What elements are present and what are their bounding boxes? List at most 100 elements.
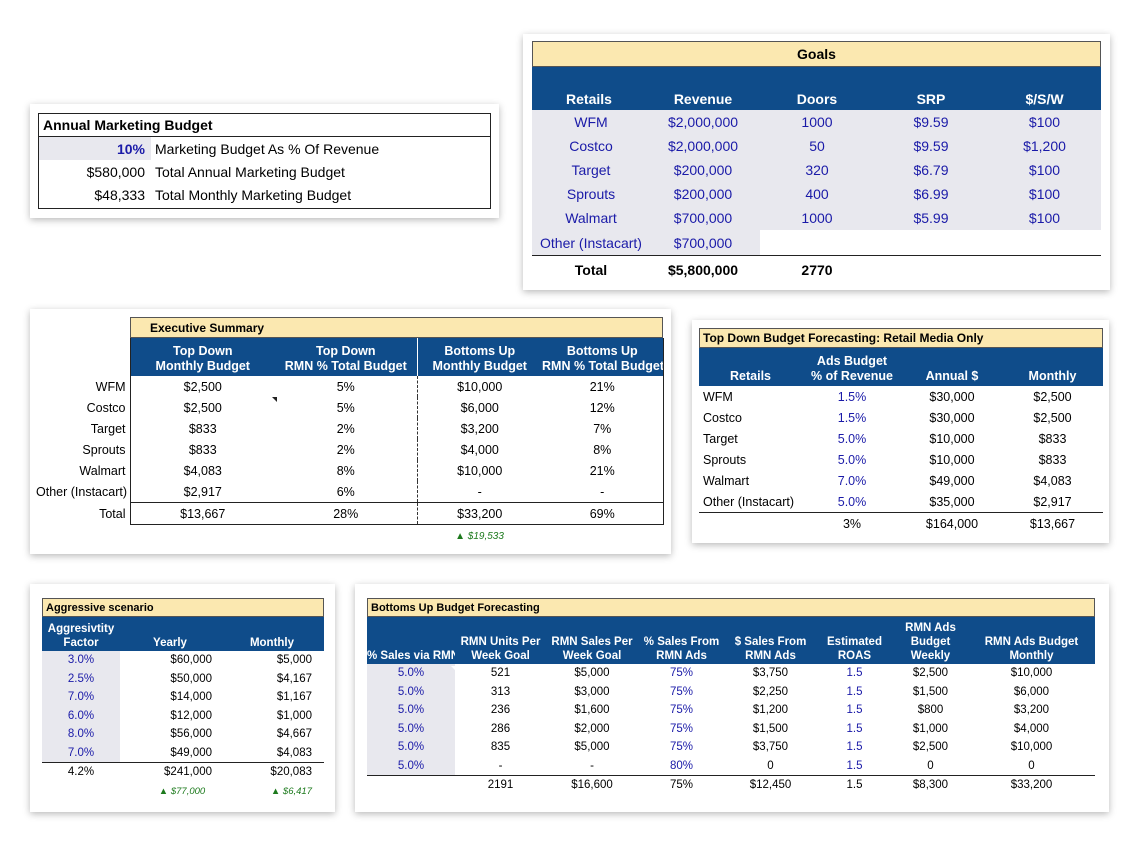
aggressive-factor[interactable]: 3.0% [42,651,120,670]
bu-cell[interactable]: 75% [638,664,725,683]
goals-cell [988,230,1101,256]
goals-cell[interactable]: $2,000,000 [646,134,760,158]
budget-percent-value[interactable]: 10% [39,137,151,160]
top-down-retailer: Other (Instacart) [703,494,794,509]
comment-indicator-icon[interactable] [451,666,456,671]
top-down-cell[interactable]: 5.0% [802,428,902,449]
budget-percent-label: Marketing Budget As % Of Revenue [155,140,380,157]
bu-cell[interactable]: 1.5 [816,701,893,720]
bu-cell[interactable]: 80% [638,757,725,776]
aggressive-cell: $60,000 [170,654,212,667]
aggressive-cell: $49,000 [170,746,212,759]
top-down-cell[interactable]: 5.0% [802,449,902,470]
bu-cell[interactable]: 5.0% [367,664,455,683]
annual-marketing-budget-table: Annual Marketing Budget 10% Marketing Bu… [38,113,491,209]
exec-cell: $833 [129,418,275,439]
bu-cell: 835 [490,741,511,754]
bu-cell[interactable]: 1.5 [816,720,893,739]
top-down-cell: $30,000 [929,410,975,425]
goals-cell[interactable]: 400 [760,182,874,206]
goals-cell [874,230,988,256]
bu-total-cell: $12,450 [749,779,792,792]
top-down-cell[interactable]: 7.0% [802,470,902,491]
goals-cell[interactable]: $2,000,000 [646,110,760,134]
table-row: 5.0% 236 $1,600 75% $1,200 1.5 $800 $3,2… [367,701,1095,720]
exec-retailer: Target [90,421,126,436]
bu-total-cell: $33,200 [1010,779,1053,792]
table-row: Target 5.0% $10,000 $833 [699,428,1103,449]
goals-cell[interactable]: $5.99 [874,206,988,230]
top-down-retailer: WFM [703,389,733,404]
bu-cell: 0 [1028,759,1035,772]
aggressive-factor[interactable]: 7.0% [42,743,120,763]
exec-cell: 8% [275,460,418,481]
bu-cell: 521 [490,667,511,680]
top-down-header-retails: Retails [699,348,802,386]
bu-header-pct-from-ads: % Sales From RMN Ads [638,617,725,664]
bu-cell[interactable]: 75% [638,701,725,720]
aggressive-total-yearly: $241,000 [164,766,212,779]
exec-header-td-pct: Top Down RMN % Total Budget [275,338,418,376]
bu-total-cell [367,776,455,795]
aggressive-factor[interactable]: 6.0% [42,706,120,725]
bu-cell[interactable]: 75% [638,720,725,739]
goals-retailer: WFM [532,110,646,134]
goals-cell[interactable]: $100 [988,182,1101,206]
bottoms-up-header-row: % Sales via RMN RMN Units Per Week Goal R… [367,617,1095,664]
bu-cell[interactable]: 5.0% [367,682,455,701]
goals-cell[interactable]: $6.79 [874,158,988,182]
aggressive-header-monthly: Monthly [220,617,324,651]
bu-cell[interactable]: 1.5 [816,683,893,702]
bu-cell[interactable]: 1.5 [816,757,893,776]
goals-cell[interactable]: $100 [988,158,1101,182]
exec-cell: 21% [542,376,664,397]
goals-cell[interactable]: 50 [760,134,874,158]
exec-retailer: Costco [86,400,126,415]
goals-cell[interactable]: $100 [988,206,1101,230]
goals-cell[interactable]: $1,200 [988,134,1101,158]
exec-retailer: Walmart [79,463,126,478]
goals-cell[interactable]: 1000 [760,110,874,134]
bu-cell[interactable]: 1.5 [816,664,893,683]
goals-cell[interactable]: $6.99 [874,182,988,206]
bu-cell[interactable]: 75% [638,738,725,757]
bu-cell: $2,500 [912,667,949,680]
top-down-cell[interactable]: 5.0% [802,491,902,513]
goals-cell[interactable]: $9.59 [874,110,988,134]
goals-cell[interactable]: $9.59 [874,134,988,158]
goals-cell[interactable]: $100 [988,110,1101,134]
exec-cell: 5% [275,397,418,418]
comment-indicator-icon[interactable] [272,397,277,402]
top-down-total-cell: 3% [842,516,862,531]
aggressive-factor[interactable]: 7.0% [42,688,120,707]
bu-cell: $1,000 [912,722,949,735]
aggressive-header-row: Aggresivtity Factor Yearly Monthly [42,617,324,651]
aggressive-factor[interactable]: 8.0% [42,725,120,744]
bu-total-cell: 75% [669,779,694,792]
goals-cell[interactable]: 320 [760,158,874,182]
goals-retailer: Costco [532,134,646,158]
aggressive-factor[interactable]: 2.5% [42,669,120,688]
top-down-cell[interactable]: 1.5% [802,407,902,428]
exec-cell: $2,500 [129,397,275,418]
goals-total-revenue: $5,800,000 [667,261,739,278]
goals-header-retails: Retails [532,67,646,110]
goals-cell[interactable]: $700,000 [646,230,760,256]
goals-cell[interactable]: $700,000 [646,206,760,230]
bu-cell[interactable]: 5.0% [367,738,455,757]
table-row: Other (Instacart) $2,917 6% - - [36,481,664,503]
bu-cell[interactable]: 75% [638,683,725,702]
table-row: Costco $2,500 5% $6,000 12% [36,397,664,418]
bu-cell[interactable]: 1.5 [816,738,893,757]
bu-cell[interactable]: 5.0% [367,701,455,720]
bu-total-cell: 1.5 [846,779,863,792]
top-down-total-row: 3% $164,000 $13,667 [699,513,1103,535]
bu-cell[interactable]: 5.0% [367,756,455,776]
top-down-cell[interactable]: 1.5% [802,386,902,407]
goals-cell[interactable]: 1000 [760,206,874,230]
bu-cell[interactable]: 5.0% [367,719,455,738]
goals-cell[interactable]: $200,000 [646,182,760,206]
aggressive-cell: $56,000 [170,728,212,741]
goals-cell[interactable]: $200,000 [646,158,760,182]
top-down-cell: $30,000 [929,389,975,404]
